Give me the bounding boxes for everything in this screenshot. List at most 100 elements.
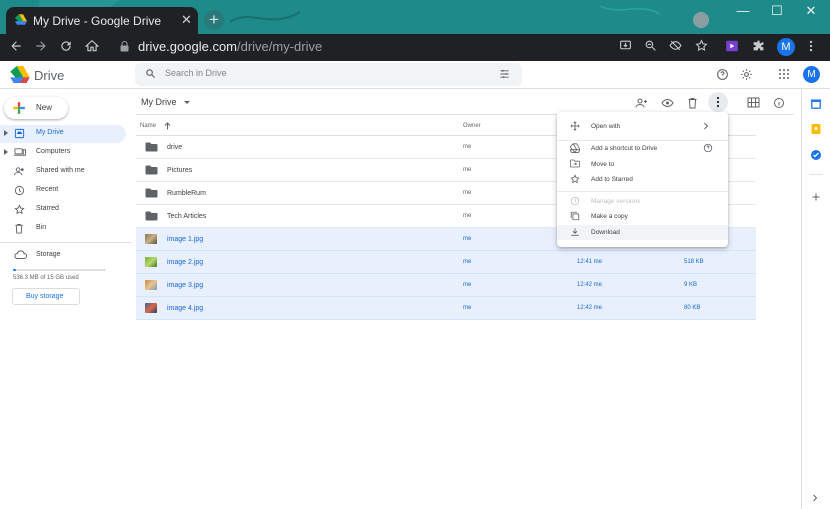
help-icon[interactable] — [716, 68, 729, 81]
search-input[interactable]: Search in Drive — [135, 63, 522, 86]
maximize-button[interactable]: ☐ — [760, 0, 794, 22]
new-tab-button[interactable]: + — [204, 10, 224, 30]
column-header-owner[interactable]: Owner — [463, 123, 481, 129]
storage-progress-bar — [13, 269, 106, 271]
info-icon[interactable] — [773, 97, 785, 109]
file-modified: 12:41 me — [577, 259, 603, 265]
url-path: /drive/my-drive — [237, 39, 323, 54]
menu-divider — [557, 191, 728, 192]
minimize-button[interactable]: — — [726, 0, 760, 22]
address-bar[interactable]: drive.google.com/drive/my-drive — [138, 39, 322, 54]
download-icon — [570, 227, 580, 237]
preview-eye-icon[interactable] — [661, 97, 674, 109]
file-size: 518 KB — [684, 259, 704, 265]
file-owner: me — [463, 259, 472, 265]
sidebar-item-starred[interactable]: Starred — [0, 201, 126, 219]
grid-view-icon[interactable] — [747, 97, 760, 108]
home-icon[interactable] — [85, 39, 99, 53]
extension-video-icon[interactable] — [725, 39, 739, 53]
history-icon — [570, 196, 580, 206]
copy-icon — [570, 211, 580, 221]
buy-storage-button[interactable]: Buy storage — [12, 288, 80, 305]
menu-item-download[interactable]: Download — [557, 225, 728, 240]
drive-logo-icon[interactable] — [10, 66, 30, 83]
search-icon[interactable] — [145, 68, 156, 79]
eye-off-icon[interactable] — [669, 39, 682, 52]
keep-icon[interactable] — [810, 123, 822, 135]
expand-arrow-icon[interactable] — [4, 149, 8, 155]
share-person-add-icon[interactable] — [635, 97, 648, 109]
table-row[interactable]: image 2.jpg me 12:41 me 518 KB — [136, 251, 756, 274]
file-name: image 1.jpg — [167, 236, 204, 243]
sidebar-item-label: Starred — [36, 205, 59, 212]
add-addon-icon[interactable] — [811, 192, 821, 202]
breadcrumb[interactable]: My Drive — [141, 97, 177, 107]
menu-item-label: Move to — [591, 161, 615, 168]
star-icon — [14, 204, 25, 215]
sidebar-item-bin[interactable]: Bin — [0, 220, 126, 238]
chrome-avatar[interactable]: M — [777, 38, 795, 56]
file-owner: me — [463, 213, 472, 219]
sidebar-item-label: Bin — [36, 224, 47, 231]
tab-close-icon[interactable]: ✕ — [181, 12, 192, 28]
breadcrumb-caret-icon[interactable] — [184, 101, 190, 104]
install-app-icon[interactable] — [619, 39, 632, 52]
image-thumbnail-icon — [145, 303, 157, 313]
browser-tab[interactable]: My Drive - Google Drive ✕ — [6, 7, 198, 34]
zoom-icon[interactable] — [644, 39, 657, 52]
menu-item-move-to[interactable]: Move to — [557, 157, 728, 172]
menu-item-label: Add a shortcut to Drive — [591, 145, 658, 152]
file-name: drive — [167, 144, 183, 151]
folder-icon — [145, 211, 158, 221]
sidebar-item-storage[interactable]: Storage — [0, 247, 126, 265]
calendar-icon[interactable] — [810, 98, 822, 110]
search-options-icon[interactable] — [499, 69, 510, 79]
sidebar-divider — [0, 242, 132, 243]
menu-item-open-with[interactable]: Open with — [557, 119, 728, 134]
sidebar-item-label: Recent — [36, 186, 59, 193]
more-vert-icon — [715, 96, 721, 108]
chrome-menu-icon[interactable] — [808, 39, 814, 53]
table-row[interactable]: image 3.jpg me 12:42 me 9 KB — [136, 274, 756, 297]
apps-grid-icon[interactable] — [778, 68, 790, 80]
expand-arrow-icon[interactable] — [4, 130, 8, 136]
file-owner: me — [463, 167, 472, 173]
extensions-puzzle-icon[interactable] — [752, 39, 765, 52]
storage-progress-fill — [13, 269, 17, 271]
new-button[interactable]: New — [4, 97, 68, 119]
sidebar-item-recent[interactable]: Recent — [0, 182, 126, 200]
menu-item-add-to-starred[interactable]: Add to Starred — [557, 172, 728, 187]
table-row[interactable]: image 4.jpg me 12:42 me 80 KB — [136, 297, 756, 320]
tasks-icon[interactable] — [810, 149, 822, 161]
account-avatar[interactable]: M — [803, 66, 820, 83]
file-name: image 2.jpg — [167, 259, 204, 266]
bookmark-star-icon[interactable] — [695, 39, 708, 52]
delete-bin-icon[interactable] — [687, 97, 698, 109]
star-icon — [570, 174, 580, 184]
folder-icon — [145, 188, 158, 198]
forward-arrow-icon[interactable] — [34, 39, 48, 53]
reload-icon[interactable] — [59, 39, 73, 53]
move-icon — [570, 121, 580, 131]
menu-item-add-shortcut[interactable]: Add a shortcut to Drive — [557, 141, 728, 156]
help-icon[interactable] — [703, 143, 713, 153]
add-shortcut-icon — [570, 143, 580, 153]
sidebar-item-computers[interactable]: Computers — [0, 144, 126, 162]
sort-arrow-up-icon[interactable] — [164, 122, 171, 130]
sidebar-item-my-drive[interactable]: My Drive — [0, 125, 126, 143]
menu-item-label: Add to Starred — [591, 176, 633, 183]
expand-panel-chevron-icon[interactable] — [812, 493, 818, 503]
menu-item-make-copy[interactable]: Make a copy — [557, 209, 728, 224]
sidebar-item-label: Shared with me — [36, 167, 85, 174]
drive-app-name[interactable]: Drive — [34, 68, 64, 83]
plus-icon — [12, 101, 26, 115]
window-close-button[interactable]: ✕ — [794, 0, 828, 22]
lock-icon[interactable] — [120, 41, 129, 52]
file-owner: me — [463, 236, 472, 242]
more-actions-button[interactable] — [708, 92, 728, 112]
settings-gear-icon[interactable] — [740, 68, 753, 81]
chrome-profile-icon[interactable] — [693, 12, 709, 28]
sidebar-item-shared[interactable]: Shared with me — [0, 163, 126, 181]
column-header-name[interactable]: Name — [140, 123, 156, 129]
back-arrow-icon[interactable] — [9, 39, 23, 53]
